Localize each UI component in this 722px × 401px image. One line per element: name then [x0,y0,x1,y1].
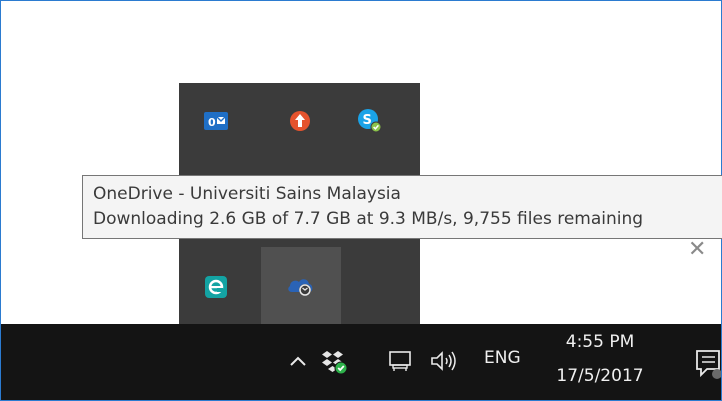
dropbox-sync-icon[interactable] [319,344,351,378]
network-icon[interactable] [385,346,415,376]
clock-date[interactable]: 17/5/2017 [545,366,655,386]
onedrive-tooltip: OneDrive - Universiti Sains Malaysia Dow… [82,175,722,239]
svg-text:0: 0 [208,116,216,129]
language-indicator[interactable]: ENG [484,348,521,368]
onedrive-sync-icon[interactable] [261,247,341,324]
eset-icon[interactable] [202,273,230,301]
upload-arrow-icon[interactable] [286,107,314,135]
svg-text:S: S [363,113,372,128]
chevron-up-icon[interactable] [286,346,310,376]
skype-icon[interactable]: S [356,107,384,135]
volume-icon[interactable] [426,346,462,376]
outlook-icon[interactable]: 0 [202,107,230,135]
taskbar: ENG 4:55 PM 17/5/2017 [1,324,721,400]
tooltip-status: Downloading 2.6 GB of 7.7 GB at 9.3 MB/s… [93,209,644,229]
clock-time[interactable]: 4:55 PM [545,332,655,352]
tooltip-title: OneDrive - Universiti Sains Malaysia [93,184,401,204]
action-center-icon[interactable] [693,346,721,380]
close-icon[interactable]: ✕ [688,238,706,262]
